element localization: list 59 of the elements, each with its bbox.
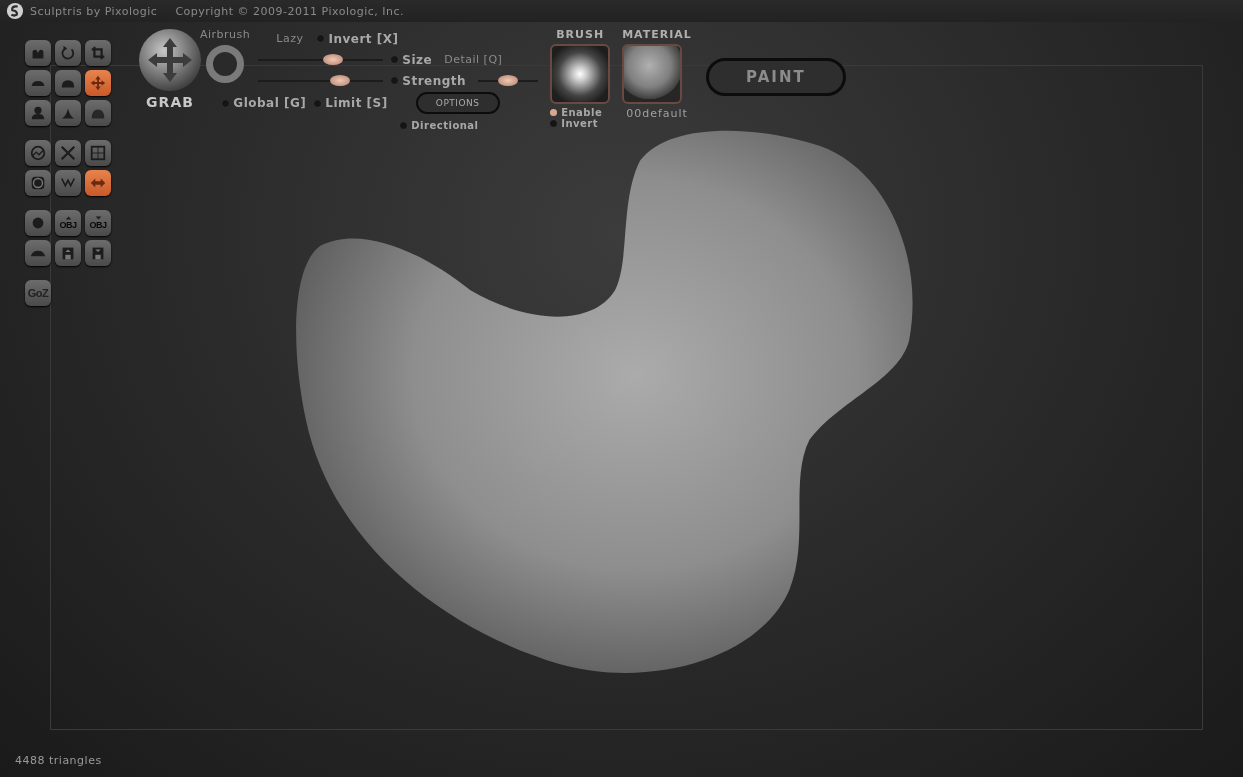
detail-label: Detail [Q] (444, 53, 503, 66)
tool-icon (89, 144, 107, 162)
brush-tool-name: GRAB (146, 94, 194, 110)
tool-button[interactable]: OBJ (55, 210, 81, 236)
tool-icon (94, 216, 102, 220)
tool-button[interactable] (55, 170, 81, 196)
invert-toggle[interactable]: Invert [X] (317, 31, 399, 46)
tool-button[interactable] (25, 140, 51, 166)
tool-button[interactable] (55, 100, 81, 126)
tool-button[interactable] (25, 170, 51, 196)
tool-button[interactable] (25, 240, 51, 266)
tool-icon (59, 144, 77, 162)
tool-button[interactable] (25, 40, 51, 66)
enable-toggle[interactable]: Enable (550, 107, 603, 118)
brush-falloff-swatch[interactable] (550, 44, 611, 104)
logo-icon (6, 2, 24, 20)
size-toggle[interactable]: Size (391, 52, 433, 67)
tool-icon (30, 249, 46, 257)
brush-title: BRUSH (556, 28, 605, 41)
tool-icon (30, 79, 46, 87)
app-title: Sculptris by Pixologic (30, 4, 158, 18)
material-title: MATERIAL (622, 28, 692, 41)
tool-button[interactable] (25, 210, 51, 236)
tool-icon (89, 74, 107, 92)
copyright-text: Copyright © 2009-2011 Pixologic, Inc. (175, 4, 405, 18)
invert-toggle[interactable]: Invert (550, 118, 598, 129)
tool-button[interactable] (55, 140, 81, 166)
triangle-count: 4488 triangles (15, 754, 102, 767)
directional-toggle[interactable]: Directional (400, 120, 479, 131)
tool-button[interactable] (25, 100, 51, 126)
tool-button[interactable]: OBJ (85, 210, 111, 236)
strength-toggle[interactable]: Strength (391, 73, 467, 88)
tool-icon (89, 44, 107, 62)
lazy-ring-icon[interactable] (206, 45, 245, 83)
tool-button[interactable] (85, 100, 111, 126)
tool-button[interactable] (25, 70, 51, 96)
tool-icon (64, 216, 72, 220)
tool-button[interactable] (85, 40, 111, 66)
material-sphere-swatch[interactable] (622, 44, 683, 104)
tool-icon (29, 174, 47, 192)
lazy-label[interactable]: Lazy (276, 32, 304, 45)
tool-button[interactable] (55, 70, 81, 96)
tool-button[interactable] (85, 140, 111, 166)
tool-button[interactable] (85, 240, 111, 266)
tool-button[interactable] (85, 170, 111, 196)
tool-button[interactable] (55, 240, 81, 266)
material-name: 00default (626, 107, 688, 120)
tool-icon (29, 104, 47, 122)
tool-icon (29, 144, 47, 162)
sculpted-mesh[interactable] (296, 130, 913, 673)
tool-icon (59, 44, 77, 62)
move-arrows-icon[interactable] (138, 28, 202, 92)
tool-button[interactable] (55, 40, 81, 66)
airbrush-label[interactable]: Airbrush (200, 28, 251, 41)
options-button[interactable]: OPTIONS (415, 92, 500, 114)
global-toggle[interactable]: Global [G] (222, 96, 307, 110)
paint-button[interactable]: PAINT (705, 58, 846, 96)
tool-button[interactable] (85, 70, 111, 96)
limit-toggle[interactable]: Limit [S] (314, 96, 388, 110)
